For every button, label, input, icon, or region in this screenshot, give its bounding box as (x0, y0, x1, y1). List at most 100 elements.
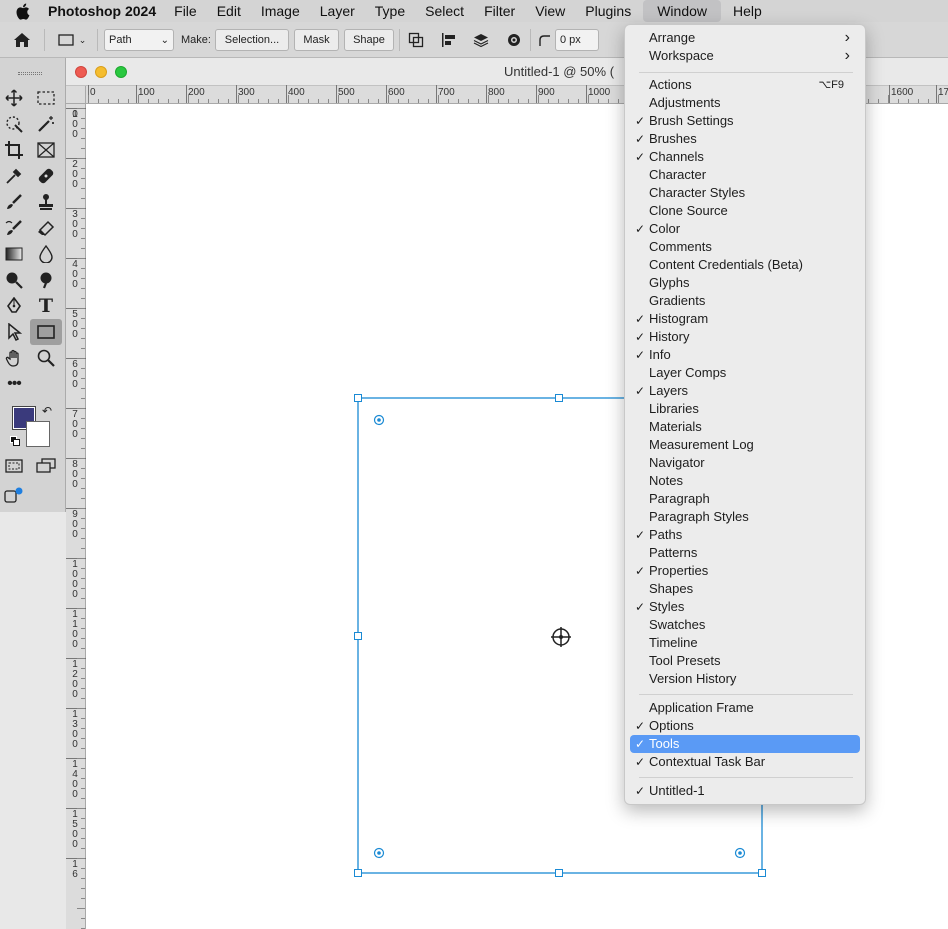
menu-item-layer-comps[interactable]: Layer Comps (630, 364, 860, 382)
menu-item-options[interactable]: ✓ Options (630, 717, 860, 735)
eyedropper-tool-icon[interactable] (2, 164, 26, 188)
menu-type[interactable]: Type (365, 0, 415, 22)
menu-item-paragraph-styles[interactable]: Paragraph Styles (630, 508, 860, 526)
menu-item-shapes[interactable]: Shapes (630, 580, 860, 598)
burn-tool-icon[interactable] (34, 268, 58, 292)
path-operations-icon[interactable] (405, 29, 427, 51)
default-colors-icon[interactable] (10, 436, 20, 446)
frame-tool-icon[interactable] (34, 138, 58, 162)
menu-item-workspace[interactable]: Workspace › (630, 47, 860, 65)
quick-mask-icon[interactable] (2, 454, 26, 478)
history-brush-tool-icon[interactable] (2, 216, 26, 240)
object-selection-tool-icon[interactable] (2, 112, 26, 136)
menu-item-navigator[interactable]: Navigator (630, 454, 860, 472)
menu-item-character-styles[interactable]: Character Styles (630, 184, 860, 202)
menu-item-contextual-task-bar[interactable]: ✓ Contextual Task Bar (630, 753, 860, 771)
menu-item-layers[interactable]: ✓ Layers (630, 382, 860, 400)
menu-item-notes[interactable]: Notes (630, 472, 860, 490)
menu-item-brush-settings[interactable]: ✓ Brush Settings (630, 112, 860, 130)
menu-select[interactable]: Select (415, 0, 474, 22)
menu-item-info[interactable]: ✓ Info (630, 346, 860, 364)
make-shape-button[interactable]: Shape (344, 29, 394, 51)
menu-layer[interactable]: Layer (310, 0, 365, 22)
vertical-ruler[interactable]: 1002003004005006007008009001000110012001… (66, 104, 86, 929)
menu-item-content-credentials-beta[interactable]: Content Credentials (Beta) (630, 256, 860, 274)
menu-item-channels[interactable]: ✓ Channels (630, 148, 860, 166)
menu-item-materials[interactable]: Materials (630, 418, 860, 436)
menu-plugins[interactable]: Plugins (575, 0, 641, 22)
move-tool-icon[interactable] (2, 86, 26, 110)
background-color-swatch[interactable] (26, 421, 50, 447)
panel-grip[interactable] (18, 72, 42, 75)
eraser-tool-icon[interactable] (34, 216, 58, 240)
hand-tool-icon[interactable] (2, 346, 26, 370)
menu-edit[interactable]: Edit (207, 0, 251, 22)
corner-radius-input[interactable]: 0 px (555, 29, 599, 51)
path-alignment-icon[interactable] (438, 29, 460, 51)
menu-item-tool-presets[interactable]: Tool Presets (630, 652, 860, 670)
zoom-tool-icon[interactable] (34, 346, 58, 370)
menu-view[interactable]: View (525, 0, 575, 22)
minimize-window-icon[interactable] (95, 66, 107, 78)
menu-item-comments[interactable]: Comments (630, 238, 860, 256)
menu-item-paths[interactable]: ✓ Paths (630, 526, 860, 544)
menu-item-brushes[interactable]: ✓ Brushes (630, 130, 860, 148)
menu-item-character[interactable]: Character (630, 166, 860, 184)
menu-item-timeline[interactable]: Timeline (630, 634, 860, 652)
menu-item-history[interactable]: ✓ History (630, 328, 860, 346)
menu-item-actions[interactable]: Actions ⌥F9 (630, 76, 860, 94)
menu-item-untitled-1[interactable]: ✓ Untitled-1 (630, 782, 860, 800)
menu-item-color[interactable]: ✓ Color (630, 220, 860, 238)
menu-item-gradients[interactable]: Gradients (630, 292, 860, 310)
edit-toolbar-icon[interactable] (2, 484, 26, 508)
path-arrangement-icon[interactable] (470, 29, 492, 51)
screen-mode-icon[interactable] (34, 454, 58, 478)
gear-icon[interactable] (503, 29, 525, 51)
path-selection-tool-icon[interactable] (2, 320, 26, 344)
dodge-tool-icon[interactable] (2, 268, 26, 292)
menu-app-name[interactable]: Photoshop 2024 (44, 0, 164, 22)
menu-item-clone-source[interactable]: Clone Source (630, 202, 860, 220)
menu-window[interactable]: Window (643, 0, 721, 22)
menu-item-patterns[interactable]: Patterns (630, 544, 860, 562)
crop-tool-icon[interactable] (2, 138, 26, 162)
zoom-window-icon[interactable] (115, 66, 127, 78)
menu-item-swatches[interactable]: Swatches (630, 616, 860, 634)
home-icon[interactable] (10, 29, 34, 51)
make-mask-button[interactable]: Mask (294, 29, 339, 51)
blur-tool-icon[interactable] (34, 242, 58, 266)
menu-filter[interactable]: Filter (474, 0, 525, 22)
clone-stamp-tool-icon[interactable] (34, 190, 58, 214)
pen-tool-icon[interactable] (2, 294, 26, 318)
menu-item-properties[interactable]: ✓ Properties (630, 562, 860, 580)
menu-help[interactable]: Help (723, 0, 772, 22)
healing-brush-tool-icon[interactable] (34, 164, 58, 188)
menu-item-adjustments[interactable]: Adjustments (630, 94, 860, 112)
gradient-tool-icon[interactable] (2, 242, 26, 266)
menu-item-glyphs[interactable]: Glyphs (630, 274, 860, 292)
menu-item-application-frame[interactable]: Application Frame (630, 699, 860, 717)
menu-item-libraries[interactable]: Libraries (630, 400, 860, 418)
menu-file[interactable]: File (164, 0, 207, 22)
brush-tool-icon[interactable] (2, 190, 26, 214)
menu-item-paragraph[interactable]: Paragraph (630, 490, 860, 508)
marquee-tool-icon[interactable] (34, 86, 58, 110)
menu-item-version-history[interactable]: Version History (630, 670, 860, 688)
apple-menu-icon[interactable] (0, 0, 44, 22)
menu-item-histogram[interactable]: ✓ Histogram (630, 310, 860, 328)
swap-colors-icon[interactable]: ↶ (42, 404, 52, 418)
menu-item-arrange[interactable]: Arrange › (630, 29, 860, 47)
tool-preset-picker[interactable]: ⌄ (52, 29, 92, 51)
ruler-origin[interactable] (66, 86, 86, 104)
type-tool-icon[interactable]: T (34, 294, 58, 318)
menu-image[interactable]: Image (251, 0, 310, 22)
make-selection-button[interactable]: Selection... (215, 29, 289, 51)
tool-mode-select[interactable]: Path ⌄ (104, 29, 174, 51)
more-tools-icon[interactable]: ••• (2, 372, 26, 396)
magic-wand-tool-icon[interactable] (34, 112, 58, 136)
menu-item-tools[interactable]: ✓ Tools (630, 735, 860, 753)
close-window-icon[interactable] (75, 66, 87, 78)
menu-item-styles[interactable]: ✓ Styles (630, 598, 860, 616)
menu-item-measurement-log[interactable]: Measurement Log (630, 436, 860, 454)
rectangle-tool-icon[interactable] (30, 319, 62, 345)
